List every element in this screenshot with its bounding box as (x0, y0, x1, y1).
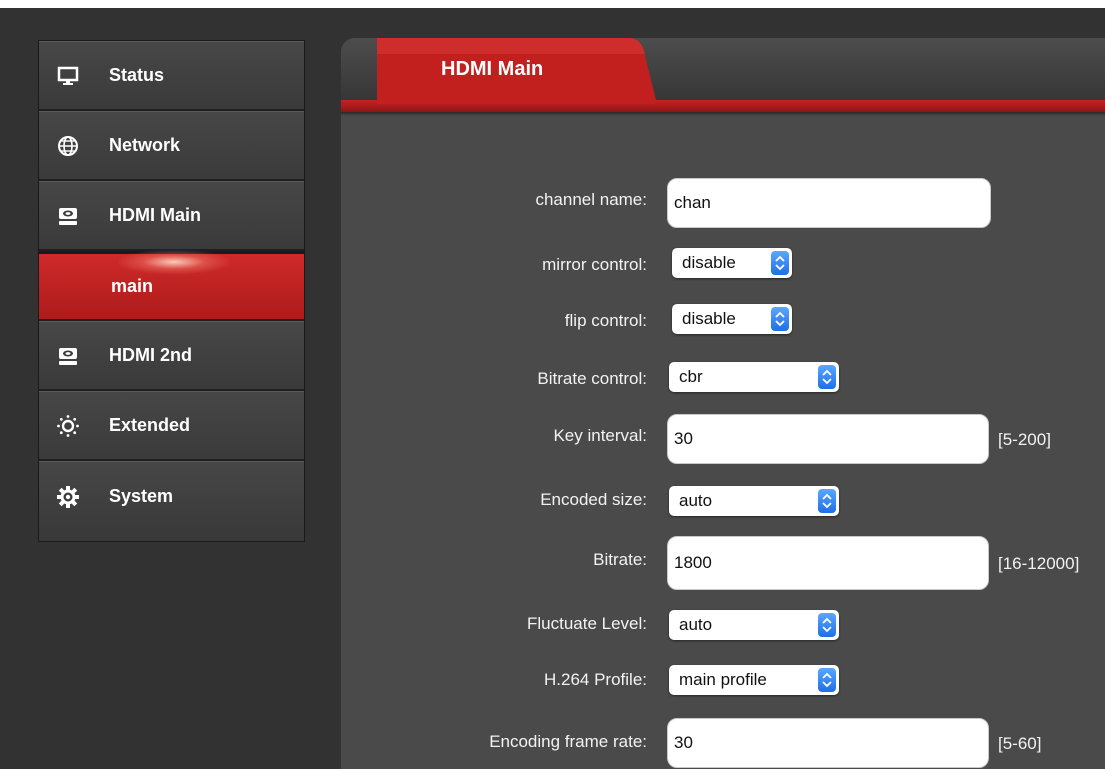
select-value: auto (679, 615, 713, 634)
form-row-key-interval: Key interval: 30 [5-200] (341, 414, 1105, 464)
select-value: disable (682, 309, 736, 328)
field-label: Encoding frame rate: (489, 732, 647, 751)
tab-hdmi-main[interactable]: HDMI Main (377, 38, 657, 104)
select-arrows-icon (818, 613, 836, 637)
encoded-size-select[interactable]: auto (669, 486, 839, 516)
select-value: cbr (679, 367, 703, 386)
field-label: Bitrate control: (537, 369, 647, 388)
bitrate-input[interactable]: 1800 (667, 536, 989, 590)
form-row-fluctuate-level: Fluctuate Level: auto (341, 610, 1105, 650)
sidebar-item-system[interactable]: System (39, 461, 304, 531)
field-label: Key interval: (553, 426, 647, 445)
bitrate-control-select[interactable]: cbr (669, 362, 839, 392)
select-value: main profile (679, 670, 767, 689)
select-value: disable (682, 253, 736, 272)
gear-icon (55, 484, 81, 510)
form-row-frame-rate: Encoding frame rate: 30 [5-60] (341, 718, 1105, 768)
channel-name-input[interactable]: chan (667, 178, 991, 228)
sidebar-item-hdmi-main[interactable]: HDMI Main (39, 181, 304, 251)
form-row-bitrate: Bitrate: 1800 [16-12000] (341, 536, 1105, 590)
select-arrows-icon (818, 365, 836, 389)
form-row-flip-control: flip control: disable (341, 304, 1105, 344)
monitor-icon (55, 63, 81, 89)
select-arrows-icon (818, 489, 836, 513)
settings-panel: HDMI Main channel name: chan mirror cont… (341, 38, 1105, 769)
field-label: Bitrate: (593, 550, 647, 569)
sidebar-nav: Status Network HDMI Main main HDMI 2nd E… (38, 40, 305, 542)
h264-profile-select[interactable]: main profile (669, 665, 839, 695)
flip-control-select[interactable]: disable (672, 304, 792, 334)
select-value: auto (679, 491, 713, 510)
sidebar-item-label: System (109, 486, 174, 506)
field-label: Fluctuate Level: (526, 614, 647, 633)
select-arrows-icon (818, 668, 836, 692)
frame-rate-input[interactable]: 30 (667, 718, 989, 768)
field-label: H.264 Profile: (544, 670, 647, 689)
sidebar-item-label: Network (109, 135, 181, 155)
mirror-control-select[interactable]: disable (672, 248, 792, 278)
range-hint: [5-200] (998, 430, 1051, 449)
dotted-gear-icon (55, 413, 81, 439)
sidebar-item-label: Extended (109, 415, 191, 435)
form-row-mirror-control: mirror control: disable (341, 248, 1105, 288)
sidebar-item-network[interactable]: Network (39, 111, 304, 181)
header-shadow (341, 112, 1105, 116)
sidebar-item-status[interactable]: Status (39, 41, 304, 111)
range-hint: [16-12000] (998, 554, 1080, 573)
fluctuate-level-select[interactable]: auto (669, 610, 839, 640)
select-arrows-icon (771, 251, 789, 275)
field-label: channel name: (535, 190, 647, 209)
sidebar-item-extended[interactable]: Extended (39, 391, 304, 461)
hdmi-device-icon (55, 343, 81, 369)
field-label: Encoded size: (540, 490, 647, 509)
sidebar-item-label: Status (109, 65, 165, 85)
range-hint: [5-60] (998, 734, 1042, 753)
form-row-encoded-size: Encoded size: auto (341, 486, 1105, 526)
sidebar-item-hdmi-2nd[interactable]: HDMI 2nd (39, 321, 304, 391)
top-strip (0, 0, 1105, 8)
form-row-channel-name: channel name: chan (341, 178, 1105, 228)
sidebar-item-label: main (111, 276, 154, 296)
field-label: mirror control: (542, 255, 647, 274)
tab-label: HDMI Main (441, 58, 544, 80)
form-row-bitrate-control: Bitrate control: cbr (341, 362, 1105, 402)
field-label: flip control: (564, 311, 647, 330)
key-interval-input[interactable]: 30 (667, 414, 989, 464)
form-row-h264-profile: H.264 Profile: main profile (341, 665, 1105, 705)
sidebar-item-main[interactable]: main (39, 250, 304, 321)
sidebar-item-label: HDMI Main (109, 205, 201, 225)
hdmi-device-icon (55, 203, 81, 229)
sidebar-item-label: HDMI 2nd (109, 345, 192, 365)
globe-icon (55, 133, 81, 159)
select-arrows-icon (771, 307, 789, 331)
